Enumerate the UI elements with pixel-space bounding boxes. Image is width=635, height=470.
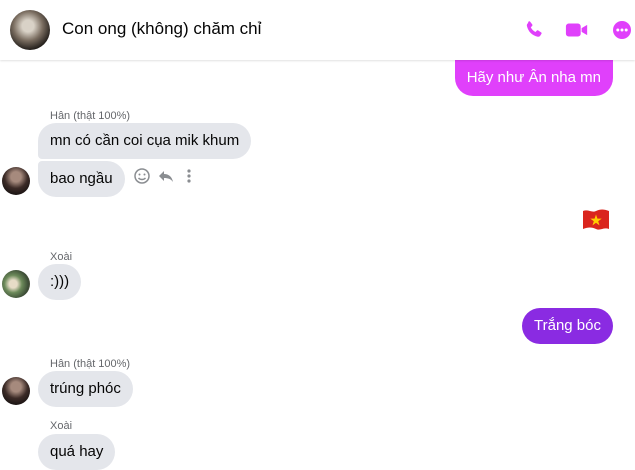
incoming-message[interactable]: quá hay [38, 434, 116, 470]
outgoing-message[interactable]: Trắng bóc [522, 308, 613, 344]
chat-header: Con ong (không) chăm chỉ [0, 0, 635, 60]
outgoing-message[interactable]: Hãy như Ân nha mn [454, 60, 613, 96]
react-icon[interactable] [133, 167, 151, 185]
chat-title[interactable]: Con ong (không) chăm chỉ [62, 19, 261, 39]
avatar[interactable] [2, 270, 30, 298]
more-options-icon[interactable] [610, 18, 634, 42]
incoming-message[interactable]: mn có cần coi cụa mik khum [38, 123, 252, 159]
video-camera-icon[interactable] [565, 18, 591, 42]
avatar[interactable] [2, 167, 30, 195]
vietnam-flag-emoji[interactable] [581, 207, 611, 233]
avatar[interactable] [2, 377, 30, 405]
phone-icon[interactable] [522, 18, 546, 42]
reply-icon[interactable] [157, 167, 175, 185]
sender-name: Xoài [50, 251, 73, 263]
sender-name: Hân (thật 100%) [50, 110, 131, 122]
sender-name: Hân (thật 100%) [50, 358, 131, 370]
incoming-message[interactable]: bao ngầu [38, 161, 125, 197]
sender-name: Xoài [50, 420, 73, 432]
incoming-message[interactable]: :))) [38, 264, 82, 300]
group-avatar[interactable] [10, 10, 50, 50]
more-icon[interactable] [184, 167, 194, 185]
incoming-message[interactable]: trúng phóc [38, 371, 133, 407]
